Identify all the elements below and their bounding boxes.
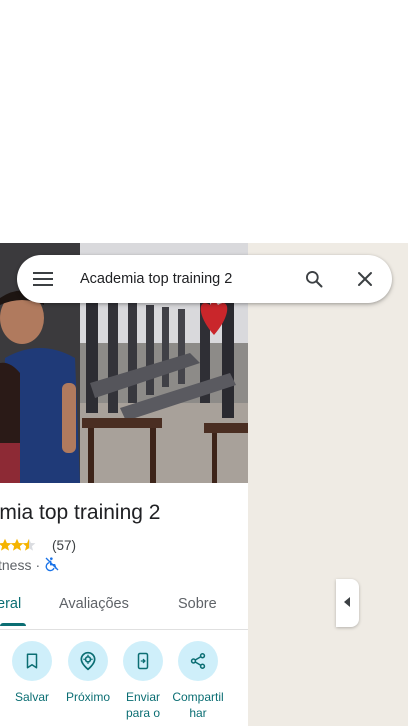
save-label: Salvar <box>14 690 49 704</box>
nearby-button[interactable]: Próximo <box>60 641 116 705</box>
tab-about[interactable]: Sobre <box>178 583 217 626</box>
search-input[interactable]: Academia top training 2 <box>80 255 232 303</box>
review-count: (57) <box>52 537 77 553</box>
share-button[interactable]: Compartilhar <box>170 641 226 721</box>
bookmark-icon <box>12 641 52 681</box>
no-wheelchair-access-icon <box>44 556 60 575</box>
map-canvas[interactable] <box>248 243 408 726</box>
nearby-icon <box>68 641 108 681</box>
category-row: fitness · <box>0 556 60 574</box>
send-to-phone-button[interactable]: Enviar para o <box>115 641 171 721</box>
tab-reviews[interactable]: Avaliações <box>59 583 129 626</box>
place-details-panel: demia top training 2 (57) fitness · <box>0 243 248 726</box>
nearby-label: Próximo <box>65 690 110 704</box>
search-bar: Academia top training 2 <box>17 255 392 303</box>
rating-row[interactable]: (57) <box>0 536 76 554</box>
search-icon[interactable] <box>302 267 326 291</box>
send-to-phone-label: Enviar para o <box>125 690 161 720</box>
share-icon <box>178 641 218 681</box>
collapse-panel-button[interactable] <box>336 579 359 627</box>
tab-overview[interactable]: eral <box>0 583 21 626</box>
caret-left-icon <box>343 594 352 612</box>
active-tab-indicator <box>0 623 26 626</box>
save-button[interactable]: Salvar <box>4 641 60 705</box>
send-to-phone-icon <box>123 641 163 681</box>
category-separator: · <box>35 557 41 573</box>
share-label: Compartilhar <box>172 690 224 720</box>
place-tabs: eral Avaliações Sobre <box>0 583 248 630</box>
star-rating <box>0 538 46 552</box>
place-category[interactable]: fitness <box>0 557 31 573</box>
place-title: demia top training 2 <box>0 501 161 524</box>
menu-icon[interactable] <box>31 267 55 291</box>
close-icon[interactable] <box>353 267 377 291</box>
blank-header-area <box>0 0 408 243</box>
